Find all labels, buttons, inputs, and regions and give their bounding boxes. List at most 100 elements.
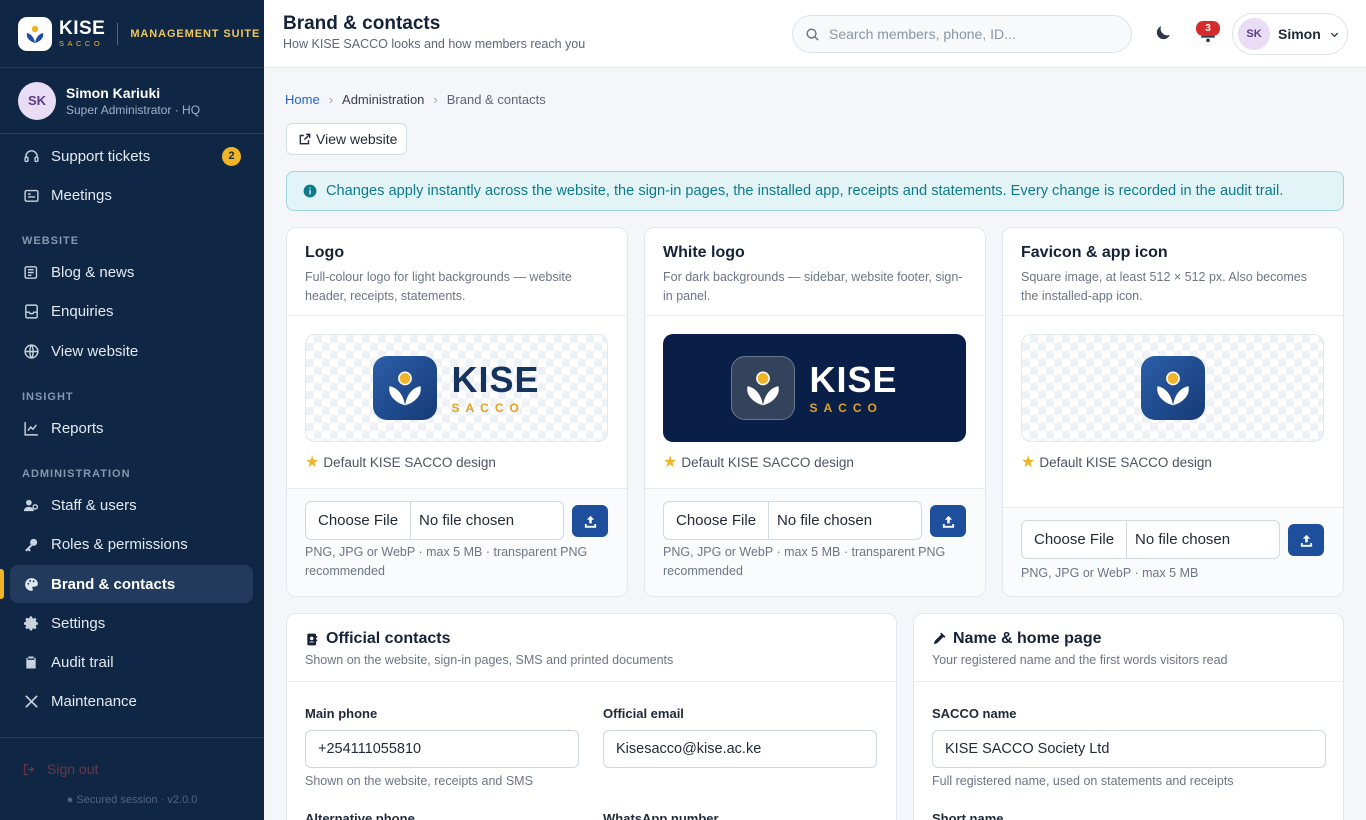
globe-icon bbox=[22, 342, 40, 360]
alternative-phone-label: Alternative phone bbox=[305, 811, 415, 820]
sidebar-item-label: Meetings bbox=[51, 186, 112, 204]
sidebar-item-label: Enquiries bbox=[51, 302, 114, 320]
sidebar-brand[interactable]: KISE SACCO MANAGEMENT SUITE bbox=[0, 0, 264, 68]
white-logo-upload-button[interactable] bbox=[930, 505, 966, 537]
sidebar-item-support-tickets[interactable]: Support tickets 2 bbox=[10, 137, 253, 175]
sidebar-item-audit-trail[interactable]: Audit trail bbox=[10, 643, 253, 681]
avatar: SK bbox=[1238, 18, 1270, 50]
nav-section-administration: ADMINISTRATION bbox=[22, 468, 131, 480]
logo-upload-button[interactable] bbox=[572, 505, 608, 537]
breadcrumb: Home › Administration › Brand & contacts bbox=[285, 92, 546, 107]
card-title: Name & home page bbox=[953, 630, 1102, 647]
favicon-upload-button[interactable] bbox=[1288, 524, 1324, 556]
logo-card: Logo Full-colour logo for light backgrou… bbox=[286, 227, 628, 597]
sidebar-item-enquiries[interactable]: Enquiries bbox=[10, 292, 253, 330]
brand-divider bbox=[117, 22, 119, 45]
official-email-input[interactable] bbox=[603, 730, 877, 768]
file-hint: PNG, JPG or WebP · max 5 MB · transparen… bbox=[663, 545, 946, 578]
user-short-name: Simon bbox=[1278, 26, 1321, 42]
search-box[interactable] bbox=[792, 15, 1132, 53]
logo-wordmark: KISE SACCO bbox=[809, 362, 897, 415]
favicon-preview bbox=[1021, 334, 1324, 442]
file-hint: PNG, JPG or WebP · max 5 MB · transparen… bbox=[305, 545, 588, 578]
default-design-label: Default KISE SACCO design bbox=[323, 454, 496, 470]
card-description: Full-colour logo for light backgrounds —… bbox=[305, 270, 572, 303]
sidebar-item-label: Reports bbox=[51, 419, 104, 437]
sidebar-item-meetings[interactable]: Meetings bbox=[10, 176, 253, 214]
brand-wordmark: KISE SACCO bbox=[59, 19, 105, 48]
signout-label: Sign out bbox=[47, 761, 99, 777]
card-description: Square image, at least 512 × 512 px. Als… bbox=[1021, 270, 1307, 303]
sidebar-item-roles[interactable]: Roles & permissions bbox=[10, 525, 253, 563]
sidebar-item-label: Audit trail bbox=[51, 653, 114, 671]
page-subtitle: How KISE SACCO looks and how members rea… bbox=[283, 37, 586, 51]
external-link-icon bbox=[298, 132, 312, 146]
white-logo-file-input[interactable]: Choose File No file chosen bbox=[663, 501, 922, 540]
main-phone-input[interactable] bbox=[305, 730, 579, 768]
sidebar-divider bbox=[0, 737, 264, 738]
breadcrumb-administration[interactable]: Administration bbox=[342, 92, 424, 107]
choose-file-button[interactable]: Choose File bbox=[306, 502, 412, 539]
brand-suite: MANAGEMENT SUITE bbox=[130, 27, 261, 40]
brand-sub: SACCO bbox=[59, 39, 104, 49]
view-website-button[interactable]: View website bbox=[286, 123, 407, 155]
calendar-icon bbox=[22, 186, 40, 204]
sacco-name-input[interactable] bbox=[932, 730, 1326, 768]
breadcrumb-home[interactable]: Home bbox=[285, 92, 320, 107]
card-description: Your registered name and the first words… bbox=[932, 653, 1228, 667]
star-icon: ★ bbox=[1021, 454, 1036, 471]
search-icon bbox=[805, 27, 820, 42]
sidebar-item-view-website[interactable]: View website bbox=[10, 332, 253, 370]
tools-icon bbox=[22, 692, 40, 710]
logo-file-input[interactable]: Choose File No file chosen bbox=[305, 501, 564, 540]
nav-section-insight: INSIGHT bbox=[22, 391, 74, 403]
card-title: White logo bbox=[663, 244, 745, 261]
contact-book-icon bbox=[305, 632, 319, 647]
sidebar-item-blog[interactable]: Blog & news bbox=[10, 253, 253, 291]
main-phone-label: Main phone bbox=[305, 706, 378, 721]
brand-logo-icon bbox=[373, 356, 438, 420]
logo-word-sub: SACCO bbox=[451, 401, 525, 415]
user-menu-button[interactable]: SK Simon bbox=[1232, 13, 1348, 55]
short-name-label: Short name bbox=[932, 811, 1004, 820]
signout-button[interactable]: Sign out bbox=[22, 761, 98, 777]
choose-file-button[interactable]: Choose File bbox=[664, 502, 770, 539]
sidebar-item-brand-contacts[interactable]: Brand & contacts bbox=[10, 565, 253, 603]
sidebar-item-label: Brand & contacts bbox=[51, 575, 176, 593]
sidebar-item-reports[interactable]: Reports bbox=[10, 409, 253, 447]
upload-zone: Choose File No file chosen PNG, JPG or W… bbox=[287, 488, 627, 596]
sidebar: KISE SACCO MANAGEMENT SUITE SK Simon Kar… bbox=[0, 0, 264, 820]
session-label: Secured session · v2.0.0 bbox=[76, 794, 198, 806]
sidebar-user[interactable]: SK Simon Kariuki Super Administrator · H… bbox=[0, 68, 264, 134]
users-icon bbox=[22, 496, 40, 514]
gear-icon bbox=[22, 614, 40, 632]
sidebar-item-label: View website bbox=[51, 342, 139, 360]
view-website-label: View website bbox=[316, 131, 398, 147]
upload-zone: Choose File No file chosen PNG, JPG or W… bbox=[645, 488, 985, 596]
brand-logo-icon bbox=[18, 16, 52, 51]
favicon-card: Favicon & app icon Square image, at leas… bbox=[1002, 227, 1344, 597]
search-input[interactable] bbox=[829, 26, 1109, 42]
user-name: Simon Kariuki bbox=[66, 84, 161, 101]
key-icon bbox=[22, 535, 40, 553]
alert-text: Changes apply instantly across the websi… bbox=[326, 183, 1284, 199]
session-info: ● Secured session · v2.0.0 bbox=[0, 794, 264, 806]
favicon-file-input[interactable]: Choose File No file chosen bbox=[1021, 520, 1280, 559]
notification-badge: 3 bbox=[1196, 21, 1220, 36]
sidebar-item-settings[interactable]: Settings bbox=[10, 604, 253, 642]
active-indicator bbox=[0, 569, 4, 599]
choose-file-button[interactable]: Choose File bbox=[1022, 521, 1128, 558]
file-hint: PNG, JPG or WebP · max 5 MB bbox=[1021, 566, 1199, 580]
logo-word-main: KISE bbox=[451, 359, 540, 400]
palette-icon bbox=[22, 575, 40, 593]
star-icon: ★ bbox=[305, 454, 320, 471]
main-phone-hint: Shown on the website, receipts and SMS bbox=[305, 774, 533, 788]
sidebar-item-staff-users[interactable]: Staff & users bbox=[10, 486, 253, 524]
official-email-label: Official email bbox=[603, 706, 684, 721]
name-home-card: Name & home page Your registered name an… bbox=[913, 613, 1344, 820]
card-title: Favicon & app icon bbox=[1021, 244, 1168, 261]
sacco-name-label: SACCO name bbox=[932, 706, 1017, 721]
app-icon bbox=[1140, 356, 1205, 420]
sidebar-item-maintenance[interactable]: Maintenance bbox=[10, 682, 253, 720]
moon-icon[interactable] bbox=[1154, 23, 1173, 45]
